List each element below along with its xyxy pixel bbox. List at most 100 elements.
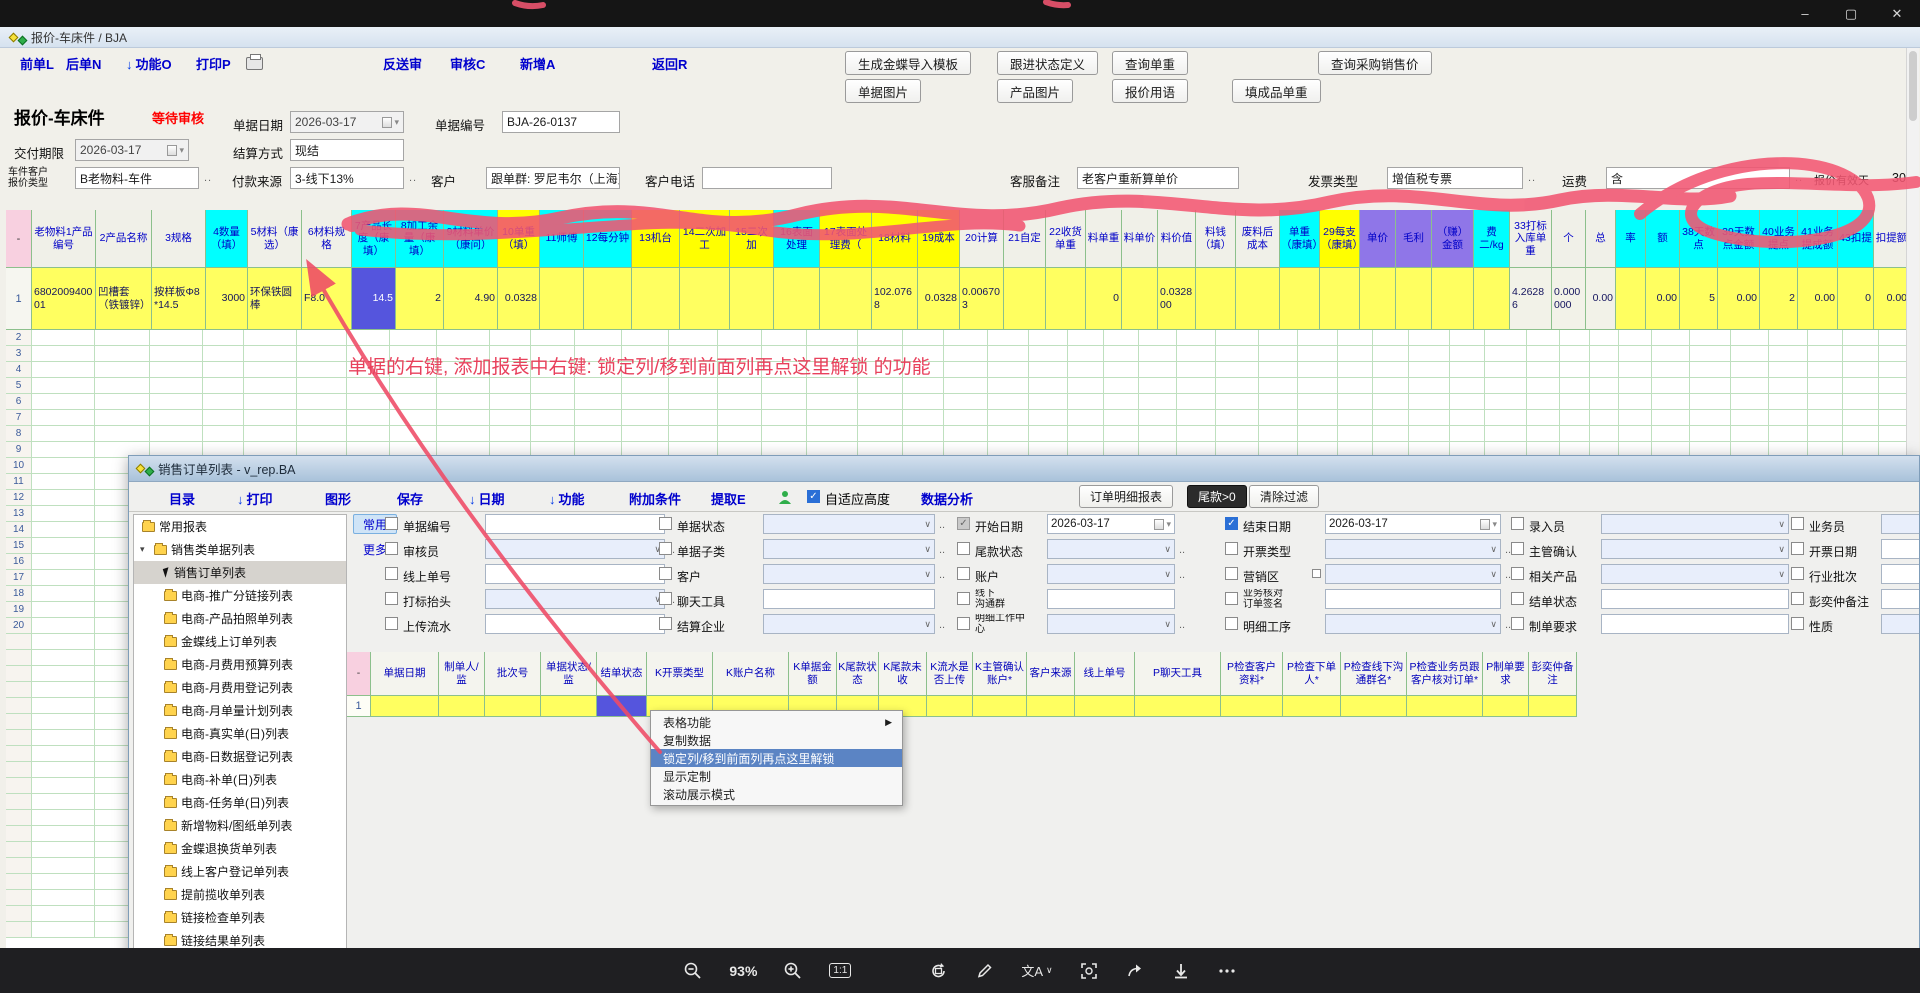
filter-checkbox[interactable]	[1791, 592, 1804, 605]
quote-cell[interactable]	[1619, 426, 1652, 442]
quote-cell[interactable]	[1177, 362, 1216, 378]
filter-checkbox[interactable]	[1511, 517, 1524, 530]
quote-cell[interactable]	[1259, 362, 1298, 378]
quote-cell[interactable]	[1338, 330, 1373, 346]
data-analysis-link[interactable]: 数据分析	[921, 489, 973, 508]
context-menu-item[interactable]: 滚动展示模式	[651, 785, 902, 803]
quote-cell[interactable]	[32, 730, 95, 746]
quote-col-header[interactable]: 率	[1616, 210, 1646, 268]
nav-next[interactable]: 后单N	[66, 54, 101, 73]
quote-col-header[interactable]: 料单价	[1122, 210, 1158, 268]
quote-cell[interactable]	[762, 426, 807, 442]
quote-cell[interactable]	[1619, 362, 1652, 378]
row-number[interactable]: 10	[6, 458, 32, 474]
edit-pencil-icon[interactable]	[975, 961, 995, 981]
quote-cell[interactable]	[32, 474, 95, 490]
quote-cell[interactable]	[32, 762, 95, 778]
quote-cell[interactable]	[1338, 346, 1373, 362]
filter-checkbox[interactable]	[659, 567, 672, 580]
quote-cell[interactable]	[1652, 330, 1689, 346]
quote-cell[interactable]	[1808, 378, 1843, 394]
phone-field[interactable]	[702, 167, 832, 189]
more-options-dots[interactable]: ..	[1179, 569, 1185, 581]
quote-cell[interactable]	[390, 346, 437, 362]
quote-cell[interactable]	[95, 426, 150, 442]
quote-col-header[interactable]: 10单重（填）	[498, 210, 540, 268]
row-number[interactable]	[6, 874, 32, 890]
quote-cell[interactable]	[32, 538, 95, 554]
quote-cell[interactable]	[1298, 378, 1337, 394]
quote-cell[interactable]	[1122, 268, 1158, 330]
quote-cell[interactable]	[762, 330, 807, 346]
quote-cell[interactable]	[390, 394, 437, 410]
quote-cell[interactable]	[297, 410, 346, 426]
quote-cell[interactable]	[437, 362, 490, 378]
quote-cell[interactable]	[762, 346, 807, 362]
quote-cell[interactable]: 4.26286	[1510, 268, 1552, 330]
quote-col-header[interactable]: 料价值	[1158, 210, 1196, 268]
filter-checkbox[interactable]	[385, 617, 398, 630]
quote-cell[interactable]	[903, 362, 944, 378]
invoice-field[interactable]: 增值税专票	[1387, 167, 1523, 189]
order-col-header[interactable]: P检查客户资料*	[1221, 652, 1283, 696]
filter-dropdown[interactable]: ∨	[763, 614, 935, 634]
quote-cell[interactable]: 按样板Φ8*14.5	[152, 268, 206, 330]
quote-col-header[interactable]: 33打标入库单重	[1510, 210, 1552, 268]
quote-cell[interactable]	[1485, 426, 1526, 442]
quote-cell[interactable]	[32, 570, 95, 586]
quote-cell[interactable]	[32, 506, 95, 522]
valid-days-value[interactable]: 30	[1892, 171, 1906, 185]
quote-cell[interactable]	[1029, 426, 1068, 442]
order-col-header[interactable]: P检查线下沟通群名*	[1341, 652, 1407, 696]
quote-cell[interactable]	[807, 346, 858, 362]
printer-icon[interactable]	[246, 57, 263, 70]
quote-cell[interactable]: 环保铁圆棒	[248, 268, 302, 330]
quote-col-header[interactable]: 22收货单重	[1046, 210, 1086, 268]
row-number[interactable]	[6, 778, 32, 794]
quote-cell[interactable]	[762, 394, 807, 410]
quote-cell[interactable]	[1652, 346, 1689, 362]
filter-checkbox[interactable]	[1511, 542, 1524, 555]
filter-checkbox[interactable]	[957, 617, 970, 630]
quote-cell[interactable]	[1652, 362, 1689, 378]
corner-cell[interactable]: -	[6, 210, 32, 268]
quote-cell[interactable]	[437, 410, 490, 426]
filter-checkbox[interactable]	[1511, 592, 1524, 605]
action-unsend-review[interactable]: 反送审	[383, 54, 422, 73]
context-menu-item[interactable]: 表格功能▶	[651, 713, 902, 731]
quote-cell[interactable]	[1029, 330, 1068, 346]
quote-cell[interactable]	[1527, 426, 1560, 442]
zoom-level[interactable]: 93%	[729, 963, 757, 979]
row-number[interactable]: 3	[6, 346, 32, 362]
quote-cell[interactable]	[1259, 330, 1298, 346]
filter-dropdown[interactable]: ∨	[1601, 514, 1789, 534]
quote-cell[interactable]	[347, 362, 390, 378]
nav-functions[interactable]: ↓功能O	[126, 54, 172, 73]
quote-cell[interactable]	[244, 378, 297, 394]
quote-cell[interactable]	[944, 410, 987, 426]
quote-cell[interactable]	[718, 394, 761, 410]
filter-input[interactable]	[1601, 589, 1789, 609]
tree-item[interactable]: 新增物料/图纸单列表	[134, 814, 346, 837]
quote-cell[interactable]	[1104, 330, 1139, 346]
quote-cell[interactable]	[1409, 426, 1450, 442]
pay-source-more[interactable]: ..	[409, 172, 417, 184]
quote-cell[interactable]	[1338, 394, 1373, 410]
ocr-scan-icon[interactable]	[1079, 961, 1099, 981]
row-number[interactable]: 6	[6, 394, 32, 410]
dialog-toolbar-item[interactable]: ↓日期	[469, 489, 505, 508]
quote-cell[interactable]	[1259, 394, 1298, 410]
quote-cell[interactable]	[1769, 378, 1808, 394]
quote-cell[interactable]	[1652, 410, 1689, 426]
quote-col-header[interactable]: 19成本	[918, 210, 960, 268]
dialog-toolbar-item[interactable]: 附加条件	[629, 489, 681, 508]
quote-cell[interactable]	[32, 442, 95, 458]
dialog-toolbar-item[interactable]: 提取E	[711, 489, 746, 508]
action-review[interactable]: 审核C	[450, 54, 485, 73]
quote-cell[interactable]	[437, 394, 490, 410]
quote-cell[interactable]	[1373, 330, 1408, 346]
order-col-header[interactable]: P检查下单人*	[1283, 652, 1341, 696]
quote-cell[interactable]	[490, 378, 531, 394]
quote-cell[interactable]	[1068, 426, 1103, 442]
quote-cell[interactable]	[1177, 394, 1216, 410]
